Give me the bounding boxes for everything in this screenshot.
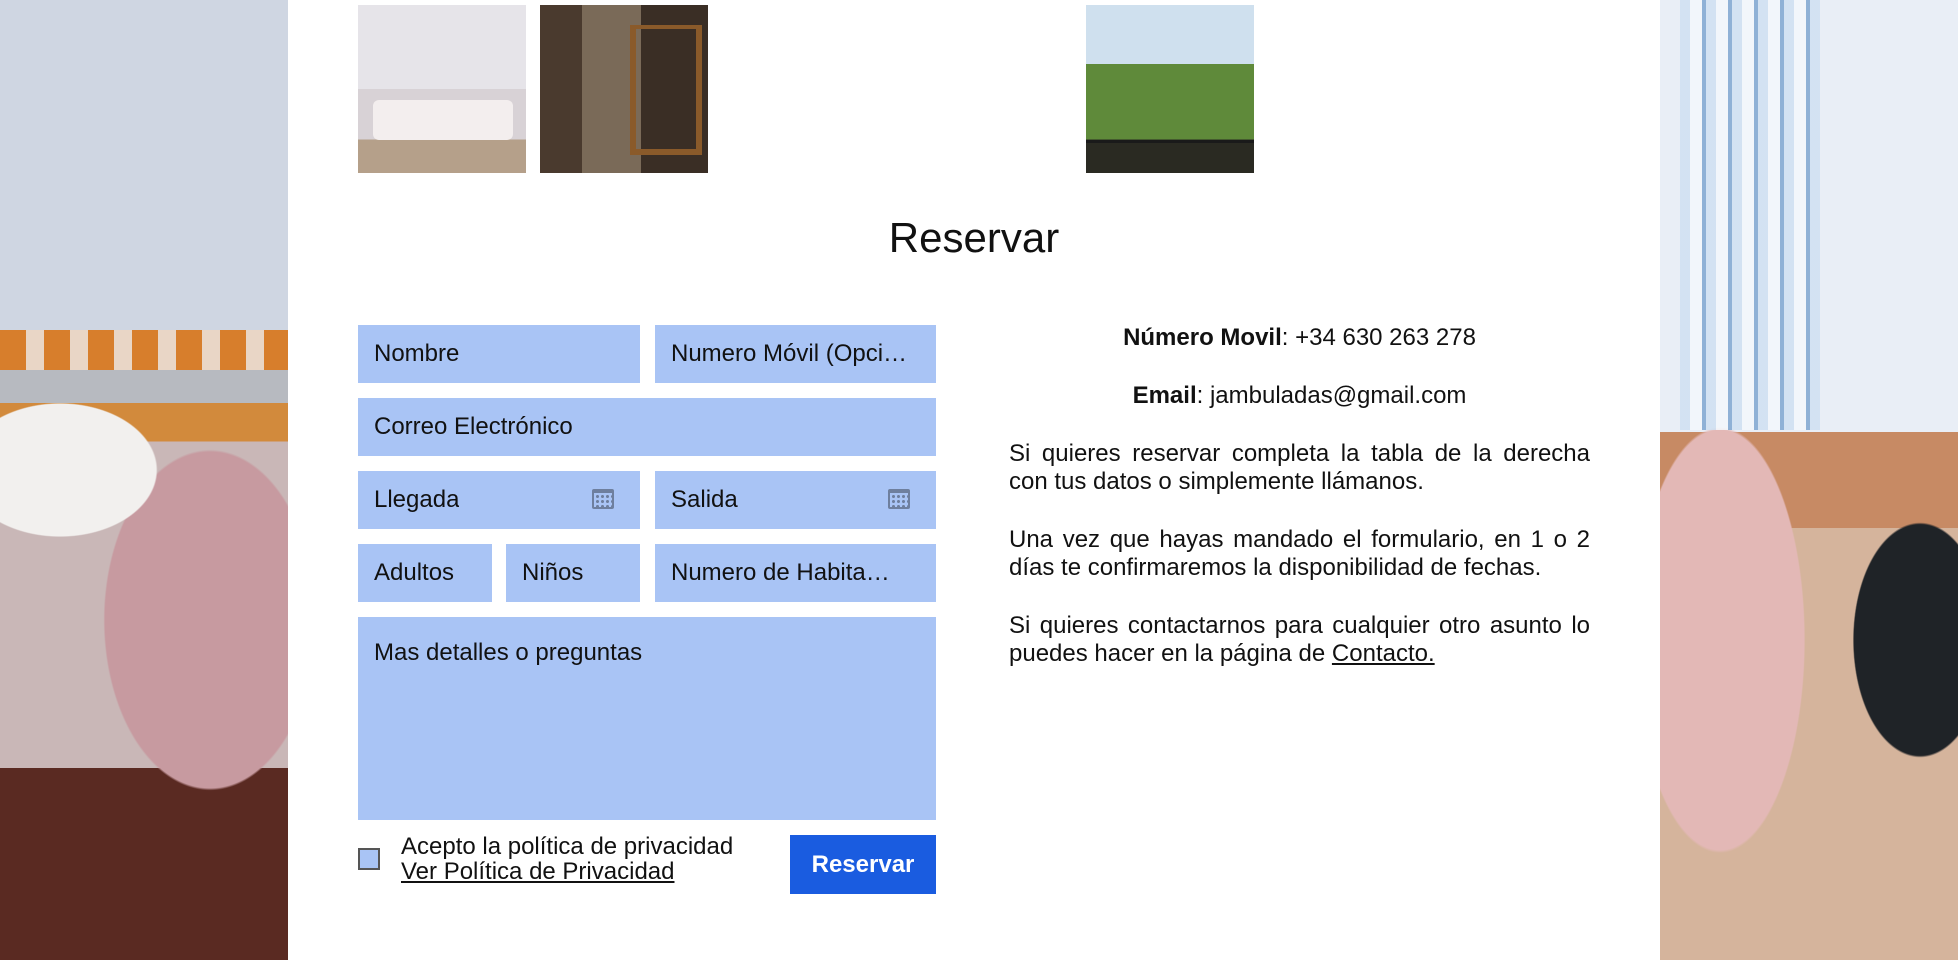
confirmation-note: Una vez que hayas mandado el formulario,… xyxy=(1009,526,1590,581)
mobile-input[interactable]: Numero Móvil (Opci… xyxy=(655,325,936,383)
email-input[interactable]: Correo Electrónico xyxy=(358,398,936,456)
contact-note: Si quieres contactarnos para cualquier o… xyxy=(1009,612,1590,668)
rooms-input[interactable]: Numero de Habita… xyxy=(655,544,936,602)
background-photo-right xyxy=(1660,0,1958,960)
email-line: Email: jambuladas@gmail.com xyxy=(1009,382,1590,410)
main-content: Reservar Nombre Numero Móvil (Opci… Corr… xyxy=(288,0,1660,960)
reservation-instructions: Si quieres reservar completa la tabla de… xyxy=(1009,440,1590,495)
name-input[interactable]: Nombre xyxy=(358,325,640,383)
gallery-photo-bunk-room[interactable] xyxy=(540,5,708,173)
details-textarea[interactable]: Mas detalles o preguntas xyxy=(358,617,936,820)
privacy-checkbox[interactable] xyxy=(358,848,380,870)
contact-link[interactable]: Contacto. xyxy=(1332,640,1435,667)
mobile-label: Número Movil xyxy=(1123,324,1282,351)
contact-info: Número Movil: +34 630 263 278 Email: jam… xyxy=(1009,324,1590,698)
calendar-icon[interactable] xyxy=(888,489,910,509)
gallery-photo-balcony-view[interactable] xyxy=(1086,5,1254,173)
departure-date-input[interactable]: Salida xyxy=(655,471,936,529)
adults-input[interactable]: Adultos xyxy=(358,544,492,602)
privacy-consent: Acepto la política de privacidad Ver Pol… xyxy=(401,834,733,884)
privacy-policy-link[interactable]: Ver Política de Privacidad xyxy=(401,859,733,884)
reserve-button[interactable]: Reservar xyxy=(790,835,936,894)
email-value: : jambuladas@gmail.com xyxy=(1196,382,1467,409)
arrival-date-input[interactable]: Llegada xyxy=(358,471,640,529)
gallery-photo-bedroom[interactable] xyxy=(358,5,526,173)
mobile-value: : +34 630 263 278 xyxy=(1281,324,1476,351)
page-title: Reservar xyxy=(888,214,1060,261)
mobile-line: Número Movil: +34 630 263 278 xyxy=(1009,324,1590,352)
calendar-icon[interactable] xyxy=(592,489,614,509)
children-input[interactable]: Niños xyxy=(506,544,640,602)
email-label: Email xyxy=(1132,382,1197,409)
contact-note-text: Si quieres contactarnos para cualquier o… xyxy=(1009,612,1590,667)
background-photo-left xyxy=(0,0,288,960)
privacy-label: Acepto la política de privacidad xyxy=(401,833,734,860)
